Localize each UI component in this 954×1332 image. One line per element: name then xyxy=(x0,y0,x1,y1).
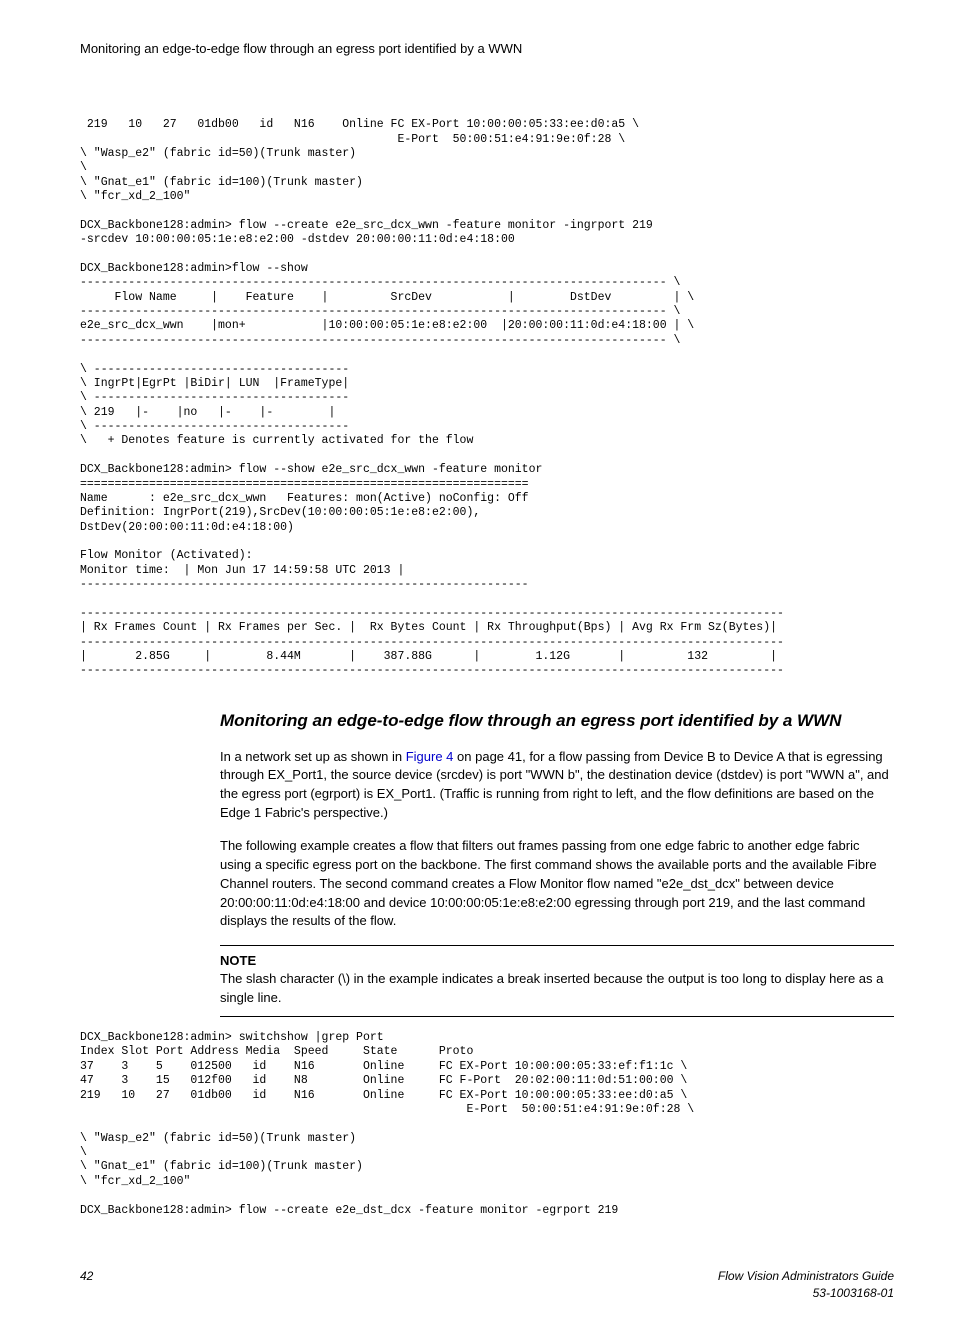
page-footer: 42 Flow Vision Administrators Guide 53-1… xyxy=(80,1268,894,1302)
page-header-title: Monitoring an edge-to-edge flow through … xyxy=(80,40,894,58)
page-number: 42 xyxy=(80,1268,93,1302)
note-block: NOTE The slash character (\) in the exam… xyxy=(220,945,894,1017)
figure-link[interactable]: Figure 4 xyxy=(406,749,454,764)
footer-doc-number: 53-1003168-01 xyxy=(718,1285,894,1302)
code-block-1: 219 10 27 01db00 id N16 Online FC EX-Por… xyxy=(80,118,894,679)
para1-part-a: In a network set up as shown in xyxy=(220,749,406,764)
note-label: NOTE xyxy=(220,952,894,970)
note-text: The slash character (\) in the example i… xyxy=(220,970,894,1008)
footer-guide-title: Flow Vision Administrators Guide xyxy=(718,1268,894,1285)
paragraph-2: The following example creates a flow tha… xyxy=(80,837,894,931)
paragraph-1: In a network set up as shown in Figure 4… xyxy=(80,748,894,823)
code-block-2: DCX_Backbone128:admin> switchshow |grep … xyxy=(80,1031,894,1218)
section-heading: Monitoring an edge-to-edge flow through … xyxy=(80,709,894,733)
